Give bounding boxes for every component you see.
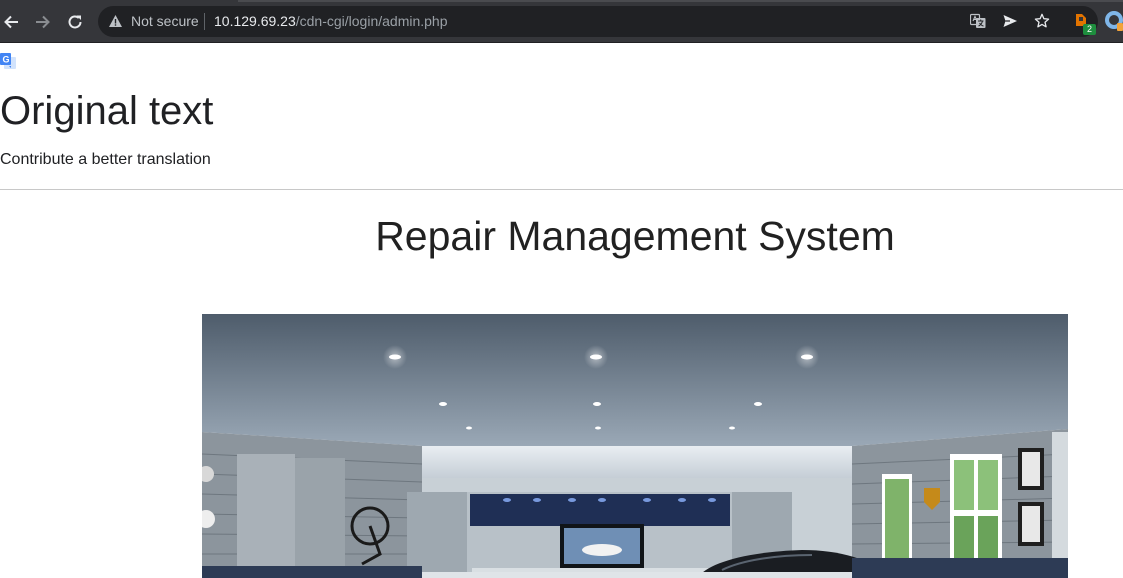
forward-arrow-icon bbox=[36, 15, 50, 29]
warning-icon[interactable] bbox=[108, 14, 123, 33]
send-icon[interactable] bbox=[1002, 13, 1018, 34]
translate-icon[interactable] bbox=[969, 13, 986, 34]
extension-icon-2[interactable] bbox=[1105, 11, 1123, 36]
page-title: Repair Management System bbox=[375, 213, 895, 259]
url-text[interactable]: 10.129.69.23/cdn-cgi/login/admin.php bbox=[214, 13, 448, 29]
extension-badge: 2 bbox=[1083, 24, 1096, 35]
original-text-heading: Original text bbox=[0, 89, 214, 133]
back-button[interactable] bbox=[0, 11, 22, 33]
url-host: 10.129.69.23 bbox=[214, 13, 296, 29]
back-arrow-icon bbox=[4, 15, 18, 29]
address-separator bbox=[204, 13, 205, 30]
contribute-translation-link[interactable]: Contribute a better translation bbox=[0, 151, 211, 169]
google-translate-logo-icon: G bbox=[0, 53, 16, 70]
garage-image bbox=[202, 314, 1068, 578]
tab-strip-edge bbox=[238, 0, 1123, 2]
reload-icon bbox=[68, 15, 82, 29]
svg-text:G: G bbox=[3, 55, 10, 65]
address-bar[interactable]: Not secure 10.129.69.23/cdn-cgi/login/ad… bbox=[98, 6, 1098, 37]
url-path: /cdn-cgi/login/admin.php bbox=[295, 13, 448, 29]
divider bbox=[0, 189, 1123, 190]
star-icon[interactable] bbox=[1034, 13, 1050, 34]
forward-button[interactable] bbox=[32, 11, 54, 33]
reload-button[interactable] bbox=[64, 11, 86, 33]
browser-toolbar: Not secure 10.129.69.23/cdn-cgi/login/ad… bbox=[0, 0, 1123, 43]
security-label[interactable]: Not secure bbox=[131, 13, 199, 29]
